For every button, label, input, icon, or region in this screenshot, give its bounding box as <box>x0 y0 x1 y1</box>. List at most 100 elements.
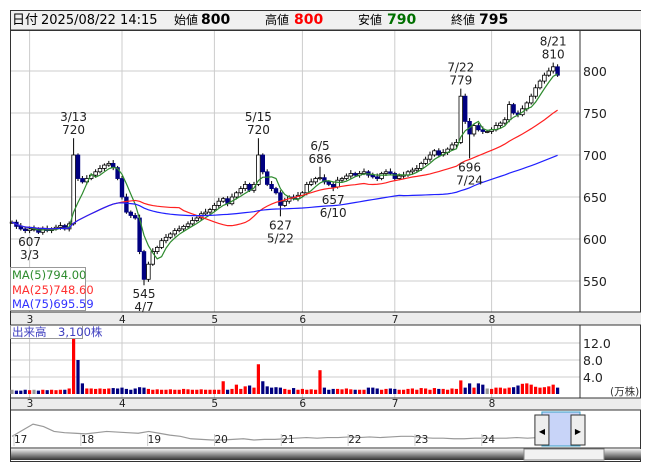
volume-bar <box>534 386 538 394</box>
volume-bar <box>230 388 234 394</box>
candle-up <box>154 246 160 252</box>
month-label: 4 <box>119 314 126 326</box>
candle-up <box>348 173 353 177</box>
volume-bar <box>547 386 551 394</box>
volume-bar <box>146 388 150 394</box>
candle-down <box>476 125 481 131</box>
volume-bar <box>305 389 309 394</box>
price-tick-label: 700 <box>583 148 607 163</box>
volume-bar <box>393 388 397 394</box>
volume-bar <box>472 387 476 394</box>
volume-bar <box>63 389 67 394</box>
volume-bar <box>155 389 159 394</box>
volume-bar <box>349 389 353 394</box>
low-date-label: 3/3 <box>20 248 39 262</box>
volume-bar <box>362 389 366 394</box>
candle-up <box>335 179 340 188</box>
low-value-label: 657 <box>322 193 345 207</box>
volume-month-axis-strip <box>11 398 641 410</box>
volume-bar <box>98 388 102 394</box>
volume-bar <box>54 390 58 394</box>
candle-down <box>374 176 380 179</box>
volume-bar <box>261 381 265 394</box>
volume-unit: (万株) <box>610 386 640 398</box>
volume-bar <box>208 389 212 394</box>
candle-down <box>330 183 336 188</box>
candle-up <box>146 263 151 280</box>
scrollbar-thumb[interactable] <box>523 448 605 461</box>
candle-up <box>212 204 217 210</box>
candle-down <box>370 174 375 178</box>
candle-down <box>124 196 129 213</box>
volume-bar <box>402 389 406 394</box>
volume-bar <box>327 389 331 394</box>
candle-up <box>427 154 433 160</box>
volume-bar <box>551 384 555 394</box>
candle-up <box>181 225 186 230</box>
volume-bar <box>424 388 428 394</box>
candle-up <box>216 200 221 206</box>
volume-bar <box>503 388 507 394</box>
volume-bar <box>331 388 335 394</box>
volume-bar <box>221 381 225 394</box>
volume-bar <box>358 389 362 394</box>
candle-up <box>159 240 164 248</box>
volume-bar <box>32 389 36 394</box>
volume-bar <box>89 388 93 394</box>
candle-up <box>396 175 402 179</box>
volume-bar <box>287 389 291 394</box>
volume-bar <box>336 388 340 394</box>
volume-bar <box>133 388 137 394</box>
candle-down <box>128 211 133 216</box>
low-value-label: 696 <box>458 160 481 174</box>
low-value-label: 627 <box>269 218 292 232</box>
low-value-label: 607 <box>18 235 41 249</box>
candle-up <box>304 183 309 194</box>
volume-bar <box>507 387 511 394</box>
price-tick-label: 650 <box>583 190 607 205</box>
candle-up <box>172 230 177 235</box>
header-right-fill <box>580 11 641 30</box>
volume-bar <box>318 370 322 394</box>
volume-bar <box>248 385 252 394</box>
navigator-year-label: 22 <box>348 434 361 446</box>
candle-up <box>58 225 63 228</box>
price-tick-label: 800 <box>583 64 607 79</box>
stock-chart[interactable]: 80075070065060055012.08.04.0334455667788… <box>0 0 653 470</box>
candle-down <box>141 251 147 280</box>
volume-bar <box>177 389 181 394</box>
candle-up <box>383 171 389 174</box>
volume-bar <box>252 387 256 394</box>
volume-bar <box>525 383 529 394</box>
volume-bar <box>243 386 247 394</box>
volume-bar <box>19 390 23 394</box>
candle-down <box>511 104 516 114</box>
volume-bar <box>124 388 128 394</box>
ma-legend: MA(5) 794.00 MA(25) 748.60 MA(75) 695.59 <box>10 267 94 311</box>
candle-down <box>480 129 485 132</box>
volume-bar <box>516 385 520 394</box>
month-label: 8 <box>489 314 496 326</box>
price-tick-label: 550 <box>583 274 607 289</box>
candle-up <box>27 228 32 231</box>
candle-down <box>436 150 441 156</box>
volume-bar <box>459 380 463 394</box>
volume-bar <box>490 388 494 394</box>
volume-bar <box>538 387 542 394</box>
candle-down <box>392 173 397 179</box>
volume-bar <box>309 389 313 394</box>
volume-bar <box>199 389 203 394</box>
volume-bar <box>195 389 199 394</box>
candle-down <box>80 178 85 183</box>
volume-bar <box>270 387 274 394</box>
candle-up <box>529 95 534 104</box>
volume-bar <box>76 360 80 394</box>
navigator-year-label: 18 <box>81 434 94 446</box>
candle-up <box>234 192 239 198</box>
price-tick-label: 750 <box>583 106 607 121</box>
candle-up <box>361 171 367 174</box>
month-label: 6 <box>299 314 306 326</box>
ma5-legend: MA(5) 794.00 <box>12 268 86 283</box>
month-label: 5 <box>211 314 218 326</box>
volume-bar <box>173 389 177 394</box>
